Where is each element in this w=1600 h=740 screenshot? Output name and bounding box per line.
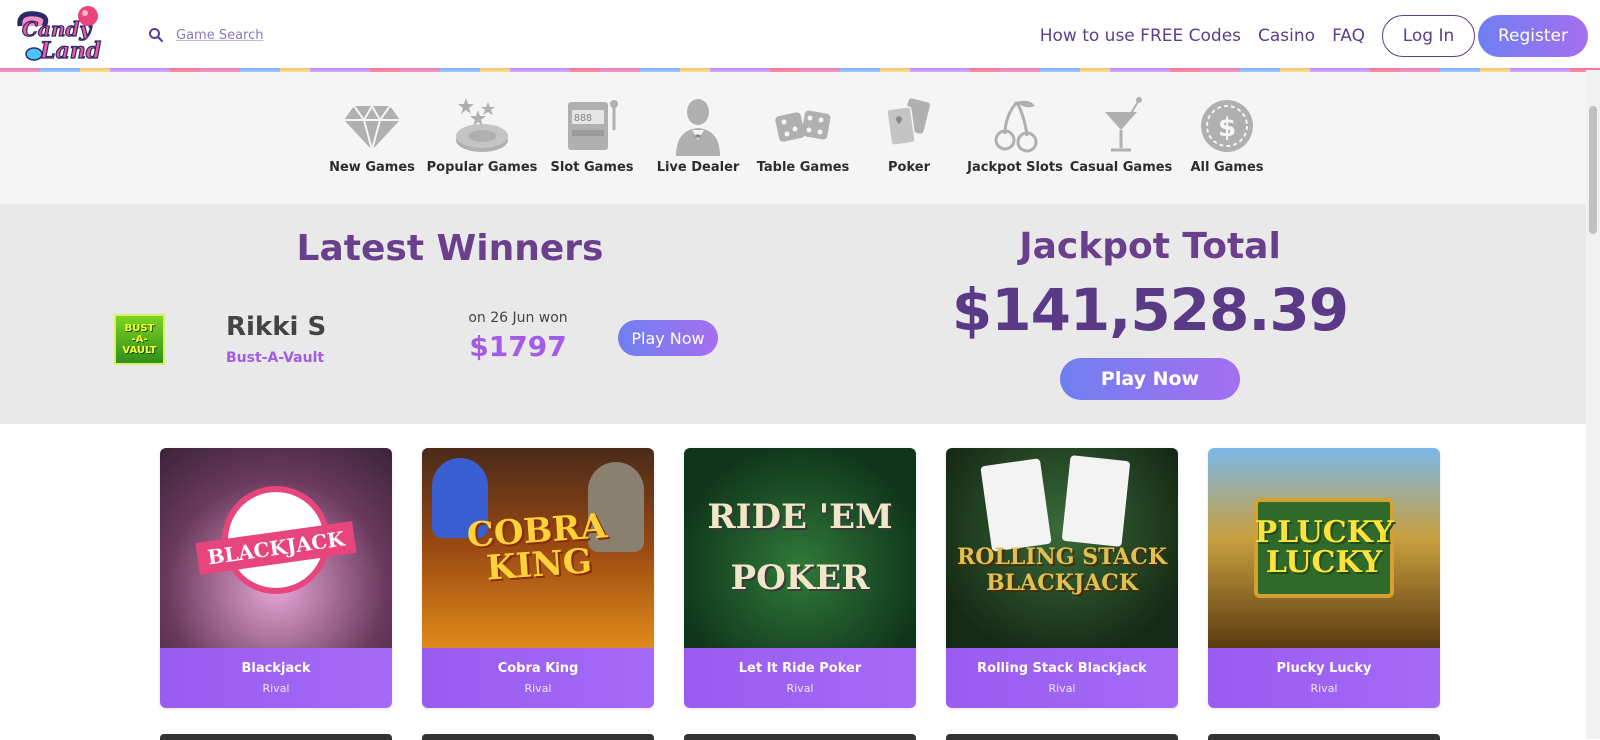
game-name: Rolling Stack Blackjack bbox=[977, 661, 1147, 676]
nav-link-faq[interactable]: FAQ bbox=[1332, 26, 1365, 46]
category-bar: New Games Popular Games 888 Slot Games L… bbox=[0, 72, 1600, 204]
thumb-text: VAULT bbox=[122, 345, 157, 356]
winner-game-link[interactable]: Bust-A-Vault bbox=[226, 350, 324, 366]
latest-winners-title: Latest Winners bbox=[296, 228, 604, 269]
next-row-tile-edge bbox=[684, 734, 916, 740]
game-art-title: ROLLING STACK BLACKJACK bbox=[957, 543, 1167, 596]
category-label: Poker bbox=[888, 160, 930, 175]
cards-icon bbox=[886, 98, 930, 146]
game-name: Let It Ride Poker bbox=[738, 661, 862, 676]
slot-machine-icon: 888 bbox=[568, 100, 618, 150]
game-thumbnail[interactable]: COBRA KING bbox=[422, 448, 654, 648]
svg-text:888: 888 bbox=[574, 113, 592, 124]
game-art-title: PLUCKY LUCKY bbox=[1254, 515, 1394, 580]
svg-text:Land: Land bbox=[39, 38, 101, 64]
game-grid: BLACKJACK Blackjack Rival COBRA KING Cob… bbox=[0, 448, 1600, 740]
category-label: All Games bbox=[1190, 160, 1264, 175]
category-label: New Games bbox=[329, 160, 415, 175]
game-name: Plucky Lucky bbox=[1276, 661, 1372, 676]
category-label: Table Games bbox=[756, 160, 850, 175]
category-table-games[interactable]: Table Games bbox=[748, 96, 858, 175]
game-name: Cobra King bbox=[497, 661, 579, 676]
game-provider: Rival bbox=[524, 682, 552, 695]
category-jackpot-slots[interactable]: Jackpot Slots bbox=[960, 96, 1070, 175]
next-row-tile-edge bbox=[1208, 734, 1440, 740]
game-tile-footer: Rolling Stack Blackjack Rival bbox=[946, 648, 1178, 708]
winners-jackpot-section: Latest Winners BUST -A- VAULT Rikki S Bu… bbox=[0, 204, 1600, 424]
candy-land-logo-icon: Candy Land bbox=[17, 6, 102, 65]
main-nav: How to use FREE Codes Casino FAQ Log In … bbox=[1040, 15, 1588, 57]
next-row-tile-edge bbox=[422, 734, 654, 740]
site-logo[interactable]: Candy Land bbox=[14, 4, 106, 66]
winner-play-now-button[interactable]: Play Now bbox=[618, 320, 718, 356]
category-new-games[interactable]: New Games bbox=[317, 96, 427, 175]
scrollbar-thumb[interactable] bbox=[1589, 106, 1597, 234]
thumb-text: BUST bbox=[124, 323, 155, 334]
card-shape bbox=[1061, 455, 1131, 547]
category-label: Casual Games bbox=[1069, 160, 1173, 175]
diamond-icon bbox=[344, 103, 400, 154]
game-search[interactable]: Game Search bbox=[148, 22, 264, 48]
game-tile[interactable]: COBRA KING Cobra King Rival bbox=[422, 448, 654, 708]
game-provider: Rival bbox=[786, 682, 814, 695]
game-tile-footer: Let It Ride Poker Rival bbox=[684, 648, 916, 708]
game-tile-footer: Blackjack Rival bbox=[160, 648, 392, 708]
dice-icon bbox=[775, 110, 831, 142]
winner-game-thumbnail[interactable]: BUST -A- VAULT bbox=[114, 314, 165, 365]
category-live-dealer[interactable]: Live Dealer bbox=[643, 96, 753, 175]
search-input[interactable]: Game Search bbox=[176, 28, 264, 43]
register-button[interactable]: Register bbox=[1478, 15, 1588, 57]
category-label: Slot Games bbox=[550, 160, 634, 175]
thumb-text: -A- bbox=[131, 334, 148, 345]
next-row-tile-edge bbox=[946, 734, 1178, 740]
game-provider: Rival bbox=[1310, 682, 1338, 695]
page-scrollbar[interactable] bbox=[1586, 70, 1600, 739]
card-shape bbox=[980, 458, 1052, 552]
cherry-icon bbox=[994, 100, 1038, 153]
category-poker[interactable]: Poker bbox=[854, 96, 964, 175]
svg-text:$: $ bbox=[1218, 113, 1236, 143]
winner-name: Rikki S bbox=[226, 312, 327, 342]
nav-link-free-codes[interactable]: How to use FREE Codes bbox=[1040, 26, 1241, 46]
winner-date: on 26 Jun won bbox=[468, 310, 568, 326]
game-provider: Rival bbox=[262, 682, 290, 695]
game-thumbnail[interactable]: BLACKJACK bbox=[160, 448, 392, 648]
nav-link-casino[interactable]: Casino bbox=[1258, 26, 1315, 46]
jackpot-amount: $141,528.39 bbox=[951, 276, 1349, 344]
search-icon[interactable] bbox=[148, 27, 164, 43]
cocktail-icon bbox=[1105, 97, 1142, 152]
game-art-title: RIDE 'EM POKER bbox=[707, 496, 893, 598]
game-provider: Rival bbox=[1048, 682, 1076, 695]
jackpot-total-title: Jackpot Total bbox=[1019, 226, 1281, 267]
dealer-icon bbox=[676, 99, 720, 156]
dollar-coin-icon: $ bbox=[1201, 100, 1253, 152]
game-tile-footer: Plucky Lucky Rival bbox=[1208, 648, 1440, 708]
category-label: Popular Games bbox=[426, 160, 538, 175]
login-button[interactable]: Log In bbox=[1382, 15, 1475, 57]
game-tile[interactable]: ROLLING STACK BLACKJACK Rolling Stack Bl… bbox=[946, 448, 1178, 708]
game-tile[interactable]: RIDE 'EM POKER Let It Ride Poker Rival bbox=[684, 448, 916, 708]
game-name: Blackjack bbox=[241, 661, 311, 676]
game-tile[interactable]: BLACKJACK Blackjack Rival bbox=[160, 448, 392, 708]
star-chips-icon bbox=[456, 98, 508, 152]
winner-amount: $1797 bbox=[469, 330, 567, 363]
category-all-games[interactable]: $ All Games bbox=[1172, 96, 1282, 175]
category-label: Live Dealer bbox=[656, 160, 740, 175]
jackpot-play-now-button[interactable]: Play Now bbox=[1060, 358, 1240, 400]
game-thumbnail[interactable]: ROLLING STACK BLACKJACK bbox=[946, 448, 1178, 648]
category-casual-games[interactable]: Casual Games bbox=[1066, 96, 1176, 175]
game-tile-footer: Cobra King Rival bbox=[422, 648, 654, 708]
game-art-title: COBRA KING bbox=[465, 506, 609, 589]
site-header: Candy Land Game Search How to use FREE C… bbox=[0, 0, 1600, 70]
next-row-tile-edge bbox=[160, 734, 392, 740]
category-slot-games[interactable]: 888 Slot Games bbox=[537, 96, 647, 175]
game-thumbnail[interactable]: RIDE 'EM POKER bbox=[684, 448, 916, 648]
game-tile[interactable]: PLUCKY LUCKY Plucky Lucky Rival bbox=[1208, 448, 1440, 708]
category-label: Jackpot Slots bbox=[967, 160, 1063, 175]
game-thumbnail[interactable]: PLUCKY LUCKY bbox=[1208, 448, 1440, 648]
category-popular-games[interactable]: Popular Games bbox=[427, 96, 537, 175]
